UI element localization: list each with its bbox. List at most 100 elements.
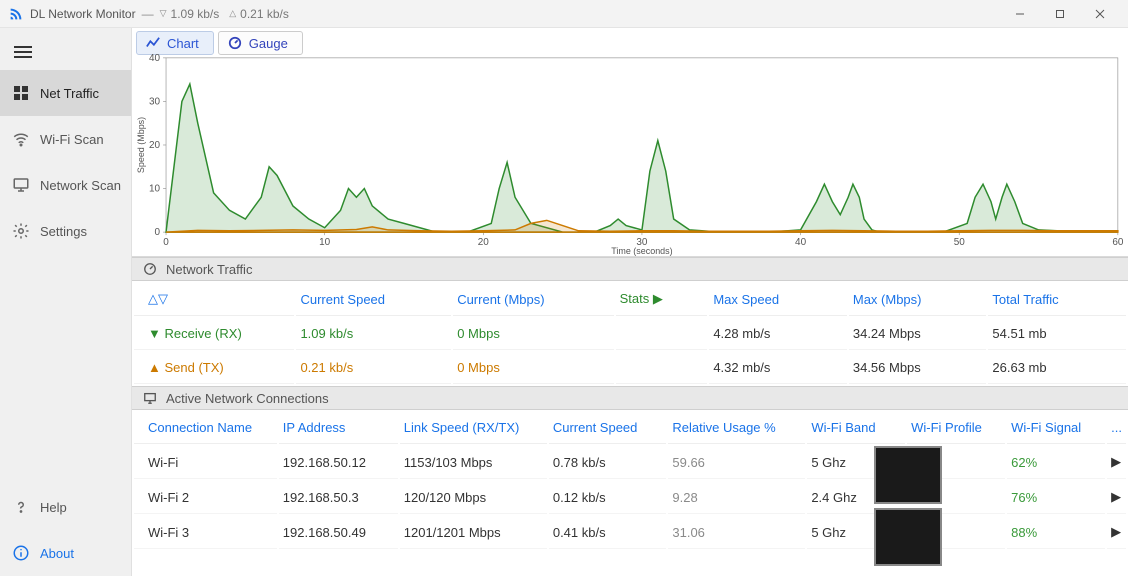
sidebar-label: Network Scan: [40, 178, 121, 193]
down-arrow-icon: ▽: [160, 8, 167, 19]
sidebar-item-net-traffic[interactable]: Net Traffic: [0, 70, 131, 116]
svg-text:10: 10: [319, 237, 331, 248]
conn-ip: 192.168.50.49: [279, 516, 398, 549]
col-max-speed[interactable]: Max Speed: [709, 283, 847, 316]
sidebar-label: About: [40, 546, 74, 561]
wifi-profile-thumbnail[interactable]: [874, 508, 942, 566]
connection-row[interactable]: Wi-Fi 2 192.168.50.3 120/120 Mbps 0.12 k…: [134, 481, 1126, 514]
conn-link: 1153/103 Mbps: [400, 446, 547, 479]
section-header-traffic: Network Traffic: [132, 257, 1128, 281]
titlebar: DL Network Monitor — ▽ 1.09 kb/s △ 0.21 …: [0, 0, 1128, 28]
traffic-stats: [616, 318, 708, 350]
sidebar-label: Help: [40, 500, 67, 515]
traffic-row: ▼ Receive (RX) 1.09 kb/s 0 Mbps 4.28 mb/…: [134, 318, 1126, 350]
conn-name: Wi-Fi 3: [134, 516, 277, 549]
wifi-profile-thumbnail[interactable]: [874, 446, 942, 504]
play-icon[interactable]: ▶: [1107, 446, 1126, 479]
conn-ip: 192.168.50.12: [279, 446, 398, 479]
col-cur[interactable]: Current Speed: [549, 412, 667, 444]
traffic-max-speed: 4.28 mb/s: [709, 318, 847, 350]
traffic-cur-speed: 0.21 kb/s: [296, 352, 451, 384]
traffic-max-mbps: 34.56 Mbps: [849, 352, 987, 384]
conn-usage: 59.66: [668, 446, 805, 479]
sidebar-item-about[interactable]: About: [0, 530, 131, 576]
sidebar-label: Net Traffic: [40, 86, 99, 101]
col-stats[interactable]: Stats ▶: [616, 283, 708, 316]
svg-text:60: 60: [1112, 237, 1124, 248]
svg-text:50: 50: [954, 237, 966, 248]
conn-link: 1201/1201 Mbps: [400, 516, 547, 549]
traffic-row: ▲ Send (TX) 0.21 kb/s 0 Mbps 4.32 mb/s 3…: [134, 352, 1126, 384]
maximize-button[interactable]: [1040, 1, 1080, 27]
svg-text:40: 40: [795, 237, 807, 248]
minimize-button[interactable]: [1000, 1, 1040, 27]
col-max-mbps[interactable]: Max (Mbps): [849, 283, 987, 316]
play-icon[interactable]: ▶: [1107, 481, 1126, 514]
conn-name: Wi-Fi 2: [134, 481, 277, 514]
col-ip[interactable]: IP Address: [279, 412, 398, 444]
main-content: Chart Gauge 0102030400102030405060Time (…: [132, 28, 1128, 576]
traffic-stats: [616, 352, 708, 384]
traffic-direction: ▲ Send (TX): [134, 352, 294, 384]
conn-link: 120/120 Mbps: [400, 481, 547, 514]
close-button[interactable]: [1080, 1, 1120, 27]
conn-signal: 88%: [1007, 516, 1105, 549]
col-usage[interactable]: Relative Usage %: [668, 412, 805, 444]
app-title: DL Network Monitor: [30, 7, 136, 21]
col-signal[interactable]: Wi-Fi Signal: [1007, 412, 1105, 444]
traffic-total: 26.63 mb: [988, 352, 1126, 384]
col-conn-name[interactable]: Connection Name: [134, 412, 277, 444]
conn-ip: 192.168.50.3: [279, 481, 398, 514]
traffic-max-speed: 4.32 mb/s: [709, 352, 847, 384]
svg-text:10: 10: [149, 184, 161, 195]
col-current-speed[interactable]: Current Speed: [296, 283, 451, 316]
conn-cur: 0.12 kb/s: [549, 481, 667, 514]
conn-usage: 9.28: [668, 481, 805, 514]
sidebar-item-wifi-scan[interactable]: Wi-Fi Scan: [0, 116, 131, 162]
sidebar-item-network-scan[interactable]: Network Scan: [0, 162, 131, 208]
sidebar-item-settings[interactable]: Settings: [0, 208, 131, 254]
svg-text:Time (seconds): Time (seconds): [611, 246, 672, 256]
hamburger-button[interactable]: [0, 34, 131, 70]
app-icon: [8, 6, 24, 22]
section-title: Network Traffic: [166, 262, 252, 277]
sidebar-item-help[interactable]: Help: [0, 484, 131, 530]
connection-row[interactable]: Wi-Fi 3 192.168.50.49 1201/1201 Mbps 0.4…: [134, 516, 1126, 549]
connections-table: Connection Name IP Address Link Speed (R…: [132, 410, 1128, 551]
conn-signal: 76%: [1007, 481, 1105, 514]
conn-cur: 0.41 kb/s: [549, 516, 667, 549]
connection-row[interactable]: Wi-Fi 192.168.50.12 1153/103 Mbps 0.78 k…: [134, 446, 1126, 479]
svg-text:20: 20: [149, 140, 161, 151]
traffic-max-mbps: 34.24 Mbps: [849, 318, 987, 350]
traffic-table: △▽ Current Speed Current (Mbps) Stats ▶ …: [132, 281, 1128, 386]
svg-text:Speed (Mbps): Speed (Mbps): [136, 117, 146, 173]
section-header-connections: Active Network Connections: [132, 386, 1128, 410]
sidebar-label: Wi-Fi Scan: [40, 132, 104, 147]
monitor-small-icon: [142, 390, 158, 406]
svg-text:30: 30: [149, 96, 161, 107]
chart-panel: Chart Gauge 0102030400102030405060Time (…: [132, 28, 1128, 257]
conn-name: Wi-Fi: [134, 446, 277, 479]
svg-text:0: 0: [163, 237, 169, 248]
play-icon[interactable]: ▶: [1107, 516, 1126, 549]
gear-icon: [12, 222, 30, 240]
col-link[interactable]: Link Speed (RX/TX): [400, 412, 547, 444]
traffic-cur-speed: 1.09 kb/s: [296, 318, 451, 350]
col-current-mbps[interactable]: Current (Mbps): [453, 283, 613, 316]
conn-usage: 31.06: [668, 516, 805, 549]
wifi-icon: [12, 130, 30, 148]
traffic-direction: ▼ Receive (RX): [134, 318, 294, 350]
col-more[interactable]: ...: [1107, 412, 1126, 444]
col-profile[interactable]: Wi-Fi Profile: [907, 412, 1005, 444]
svg-text:20: 20: [478, 237, 490, 248]
help-icon: [12, 498, 30, 516]
conn-signal: 62%: [1007, 446, 1105, 479]
traffic-cur-mbps: 0 Mbps: [453, 318, 613, 350]
col-direction[interactable]: △▽: [134, 283, 294, 316]
traffic-chart: 0102030400102030405060Time (seconds)Spee…: [132, 28, 1128, 256]
monitor-icon: [12, 176, 30, 194]
col-total[interactable]: Total Traffic: [988, 283, 1126, 316]
svg-text:0: 0: [155, 227, 161, 238]
col-band[interactable]: Wi-Fi Band: [807, 412, 905, 444]
titlebar-up-rate: 0.21 kb/s: [240, 7, 289, 21]
